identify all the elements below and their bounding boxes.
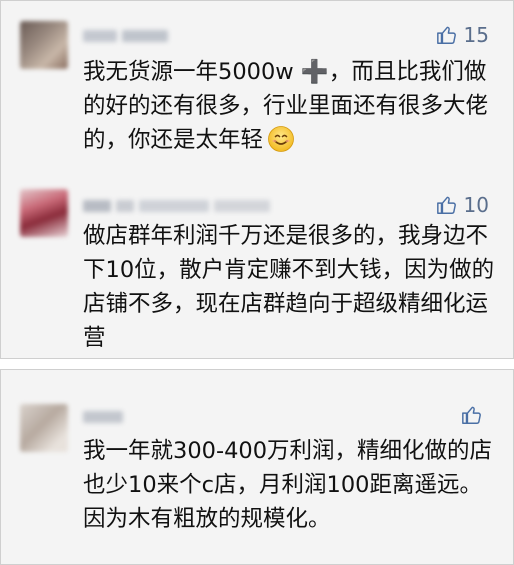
comments-panel-top: 15 我无货源一年5000w ➕，而且比我们做的好的还有很多，行业里面还有很多大… bbox=[0, 0, 514, 359]
comment-text: 做店群年利润千万还是很多的，我身边不下10位，散户肯定赚不到大钱，因为做的店铺不… bbox=[83, 223, 495, 351]
comments-panel-bottom: 我一年就300-400万利润，精细化做的店也少10来个c店，月利润100距离遥远… bbox=[0, 369, 514, 565]
like-button[interactable]: 15 bbox=[436, 23, 489, 47]
thumbs-up-icon bbox=[436, 26, 456, 44]
like-count: 10 bbox=[463, 193, 489, 217]
username-blurred[interactable] bbox=[83, 406, 128, 426]
username-blurred[interactable] bbox=[83, 195, 275, 215]
like-button[interactable] bbox=[461, 404, 489, 426]
thumbs-up-icon bbox=[462, 406, 481, 424]
username-blurred[interactable] bbox=[83, 25, 173, 45]
thumbs-up-icon bbox=[436, 196, 456, 214]
avatar[interactable] bbox=[20, 189, 68, 237]
like-count: 15 bbox=[463, 23, 489, 47]
comment-text: 我一年就300-400万利润，精细化做的店也少10来个c店，月利润100距离遥远… bbox=[83, 438, 493, 532]
comment-text: 我无货源一年5000w ➕，而且比我们做的好的还有很多，行业里面还有很多大佬的，… bbox=[83, 55, 497, 157]
like-button[interactable]: 10 bbox=[436, 193, 489, 217]
smiling-face-emoji-icon bbox=[267, 125, 295, 153]
avatar[interactable] bbox=[20, 21, 68, 69]
avatar[interactable] bbox=[20, 404, 68, 452]
